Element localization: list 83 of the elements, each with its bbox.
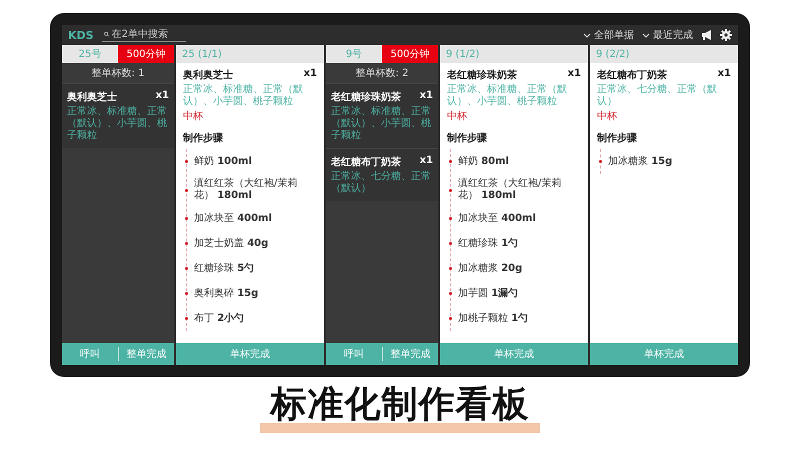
drink-name: 老红糖布丁奶茶 bbox=[597, 68, 667, 82]
item-options: 正常冰、七分糖、正常（默认） bbox=[331, 171, 433, 195]
step-dot bbox=[449, 317, 452, 320]
megaphone-icon bbox=[701, 29, 712, 41]
step-dot bbox=[185, 292, 188, 295]
step-text: 加冰糖浆 15g bbox=[608, 156, 672, 168]
step-dot bbox=[185, 317, 188, 320]
cup-header: 9 (1/2) bbox=[440, 45, 588, 63]
step-text: 红糖珍珠 5勺 bbox=[194, 262, 254, 274]
step-dot bbox=[599, 160, 602, 163]
drink-options: 正常冰、标准糖、正常（默认）、小芋圆、桃子颗粒 bbox=[447, 84, 581, 108]
drink-options: 正常冰、标准糖、正常（默认）、小芋圆、桃子颗粒 bbox=[183, 84, 317, 108]
complete-cup-button[interactable]: 单杯完成 bbox=[440, 343, 588, 365]
order-item[interactable]: 老红糖珍珠奶茶 x1 正常冰、标准糖、正常（默认）、小芋圆、桃子颗粒 bbox=[326, 83, 438, 148]
complete-order-button[interactable]: 整单完成 bbox=[118, 347, 174, 361]
order-item[interactable]: 奥利奥芝士 x1 正常冰、标准糖、正常（默认）、小芋圆、桃子颗粒 bbox=[62, 83, 174, 148]
cup-count: 整单杯数: 1 bbox=[90, 66, 146, 81]
step-text: 加冰块至 400ml bbox=[458, 212, 536, 224]
step-text: 滇红红茶（大红袍/茉莉花） 180ml bbox=[194, 178, 298, 202]
step-text: 加冰块至 400ml bbox=[194, 212, 272, 224]
step-dot bbox=[449, 267, 452, 270]
step-dot bbox=[185, 267, 188, 270]
cup-count: 整单杯数: 2 bbox=[354, 66, 410, 81]
cup-size: 中杯 bbox=[447, 110, 468, 123]
steps-title: 制作步骤 bbox=[447, 132, 488, 145]
drink-name: 老红糖珍珠奶茶 bbox=[447, 68, 517, 82]
step-text: 布丁 2小勺 bbox=[194, 312, 244, 324]
item-options: 正常冰、标准糖、正常（默认）、小芋圆、桃子颗粒 bbox=[331, 106, 433, 142]
item-options: 正常冰、标准糖、正常（默认）、小芋圆、桃子颗粒 bbox=[67, 106, 169, 142]
drink-name: 奥利奥芝士 bbox=[183, 68, 233, 82]
item-name: 奥利奥芝士 bbox=[67, 90, 117, 104]
order-number: 25号 bbox=[62, 45, 118, 63]
step-dot bbox=[185, 217, 188, 220]
step-dot bbox=[449, 292, 452, 295]
call-button[interactable]: 呼叫 bbox=[62, 347, 118, 361]
search-icon bbox=[104, 30, 109, 38]
steps-title: 制作步骤 bbox=[597, 132, 638, 145]
step-dot bbox=[185, 188, 188, 192]
complete-cup-button[interactable]: 单杯完成 bbox=[590, 343, 738, 365]
step-text: 奥利奥碎 15g bbox=[194, 288, 258, 300]
step-dot bbox=[449, 242, 452, 245]
step-text: 加桃子颗粒 1勺 bbox=[458, 312, 528, 324]
caption-title: 标准化制作看板 bbox=[270, 387, 530, 423]
step-text: 鲜奶 100ml bbox=[194, 156, 252, 168]
order-item[interactable]: 老红糖布丁奶茶 x1 正常冰、七分糖、正常（默认） bbox=[326, 148, 438, 201]
step-dot bbox=[449, 160, 452, 163]
step-text: 鲜奶 80ml bbox=[458, 156, 509, 168]
drink-quantity: x1 bbox=[718, 68, 731, 81]
order-number: 9号 bbox=[326, 45, 382, 63]
chevron-down-icon bbox=[642, 32, 650, 38]
filter-dropdown[interactable]: 全部单据 bbox=[583, 28, 634, 42]
cup-size: 中杯 bbox=[597, 110, 618, 123]
settings-icon bbox=[720, 29, 732, 41]
step-dot bbox=[185, 160, 188, 163]
complete-order-button[interactable]: 整单完成 bbox=[382, 347, 438, 361]
step-dot bbox=[185, 242, 188, 245]
item-quantity: x1 bbox=[156, 90, 169, 103]
step-text: 滇红红茶（大红袍/茉莉花） 180ml bbox=[458, 178, 562, 202]
item-quantity: x1 bbox=[420, 155, 433, 168]
cup-size: 中杯 bbox=[183, 110, 204, 123]
step-dot bbox=[449, 188, 452, 192]
drink-options: 正常冰、七分糖、正常（默认） bbox=[597, 84, 731, 108]
step-text: 加芝士奶盖 40g bbox=[194, 238, 268, 250]
timer-label: 500分钟 bbox=[118, 45, 174, 63]
drink-quantity: x1 bbox=[568, 68, 581, 81]
chevron-down-icon bbox=[583, 32, 591, 38]
complete-cup-button[interactable]: 单杯完成 bbox=[176, 343, 324, 365]
step-text: 加冰糖浆 20g bbox=[458, 262, 522, 274]
step-dot bbox=[449, 217, 452, 220]
filter-dropdown[interactable]: 最近完成 bbox=[642, 28, 693, 42]
call-button[interactable]: 呼叫 bbox=[326, 347, 382, 361]
search-field[interactable]: 在2单中搜索 bbox=[102, 28, 186, 42]
drink-quantity: x1 bbox=[304, 68, 317, 81]
cup-header: 25 (1/1) bbox=[176, 45, 324, 63]
item-name: 老红糖布丁奶茶 bbox=[331, 156, 401, 169]
item-quantity: x1 bbox=[420, 90, 433, 103]
steps-title: 制作步骤 bbox=[183, 132, 224, 145]
timer-label: 500分钟 bbox=[382, 45, 438, 63]
app-logo: KDS bbox=[68, 28, 94, 42]
step-text: 加芋圆 1漏勺 bbox=[458, 288, 518, 300]
cup-header: 9 (2/2) bbox=[590, 45, 738, 63]
item-name: 老红糖珍珠奶茶 bbox=[331, 90, 401, 104]
step-text: 红糖珍珠 1勺 bbox=[458, 238, 518, 250]
